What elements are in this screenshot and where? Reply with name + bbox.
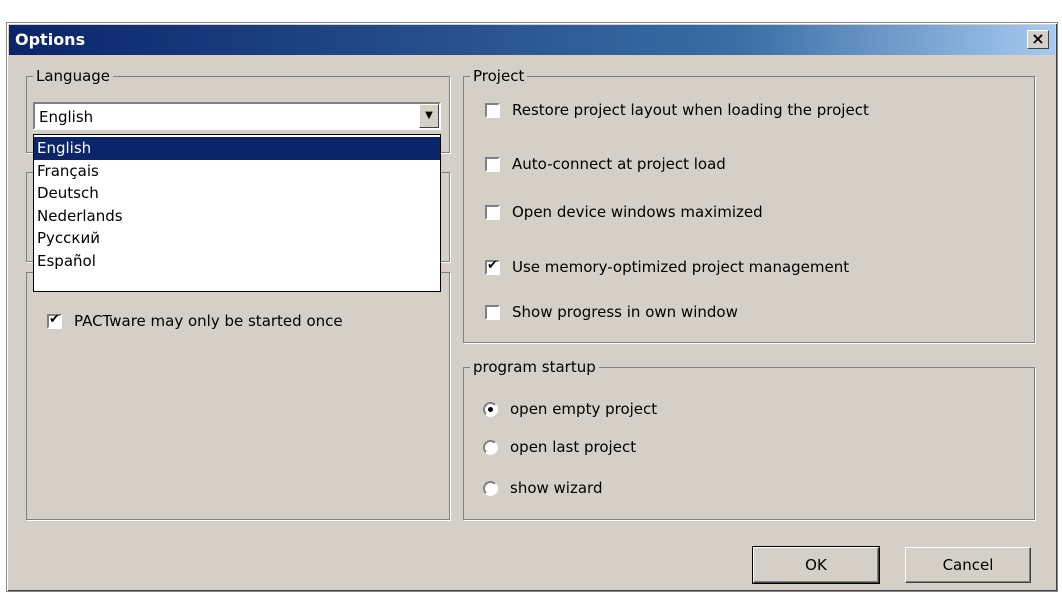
language-select[interactable]: English ▼ [33,102,441,130]
startup-empty-label: open empty project [510,400,658,418]
language-option-russian[interactable]: Русский [34,227,440,250]
single-instance-option[interactable]: PACTware may only be started once [47,312,343,330]
startup-last-label: open last project [510,438,637,456]
project-option-maximized[interactable]: Open device windows maximized [485,203,763,221]
maximized-label: Open device windows maximized [512,203,763,221]
close-icon: × [1031,29,1045,48]
single-instance-checkbox[interactable] [47,312,62,329]
language-option-francais[interactable]: Français [34,160,440,183]
progress-window-checkbox[interactable] [485,304,500,320]
dialog-title: Options [15,30,86,49]
general-group [26,272,450,520]
project-option-memory-optimized[interactable]: Use memory-optimized project management [485,258,849,276]
chevron-down-icon: ▼ [425,110,433,121]
ok-button[interactable]: OK [752,546,880,584]
startup-wizard-radio[interactable] [483,480,498,496]
project-legend: Project [473,67,525,85]
auto-connect-checkbox[interactable] [485,156,500,172]
auto-connect-label: Auto-connect at project load [512,155,726,173]
language-select-value: English [39,108,94,126]
project-option-progress-window[interactable]: Show progress in own window [485,303,738,321]
language-option-nederlands[interactable]: Nederlands [34,205,440,228]
startup-option-last[interactable]: open last project [483,438,636,456]
memory-optimized-checkbox[interactable] [485,258,500,275]
language-option-espanol[interactable]: Español [34,250,440,273]
single-instance-label: PACTware may only be started once [74,312,343,330]
restore-layout-checkbox[interactable] [485,102,500,118]
startup-last-radio[interactable] [483,439,498,455]
maximized-checkbox[interactable] [485,204,500,220]
language-option-deutsch[interactable]: Deutsch [34,182,440,205]
memory-optimized-label: Use memory-optimized project management [512,258,850,276]
restore-layout-label: Restore project layout when loading the … [512,101,869,119]
cancel-button[interactable]: Cancel [905,547,1031,583]
startup-empty-radio[interactable] [483,401,498,417]
language-dropdown-button[interactable]: ▼ [419,104,439,128]
language-option-english[interactable]: English [34,137,440,160]
startup-option-wizard[interactable]: show wizard [483,479,602,497]
language-dropdown-list: English Français Deutsch Nederlands Русс… [33,134,441,292]
title-bar[interactable]: Options × [9,25,1055,55]
project-option-auto-connect[interactable]: Auto-connect at project load [485,155,726,173]
language-legend: Language [36,67,111,85]
startup-option-empty[interactable]: open empty project [483,400,657,418]
project-option-restore-layout[interactable]: Restore project layout when loading the … [485,101,869,119]
close-button[interactable]: × [1027,30,1049,49]
progress-window-label: Show progress in own window [512,303,738,321]
startup-legend: program startup [473,358,596,376]
startup-wizard-label: show wizard [510,479,603,497]
